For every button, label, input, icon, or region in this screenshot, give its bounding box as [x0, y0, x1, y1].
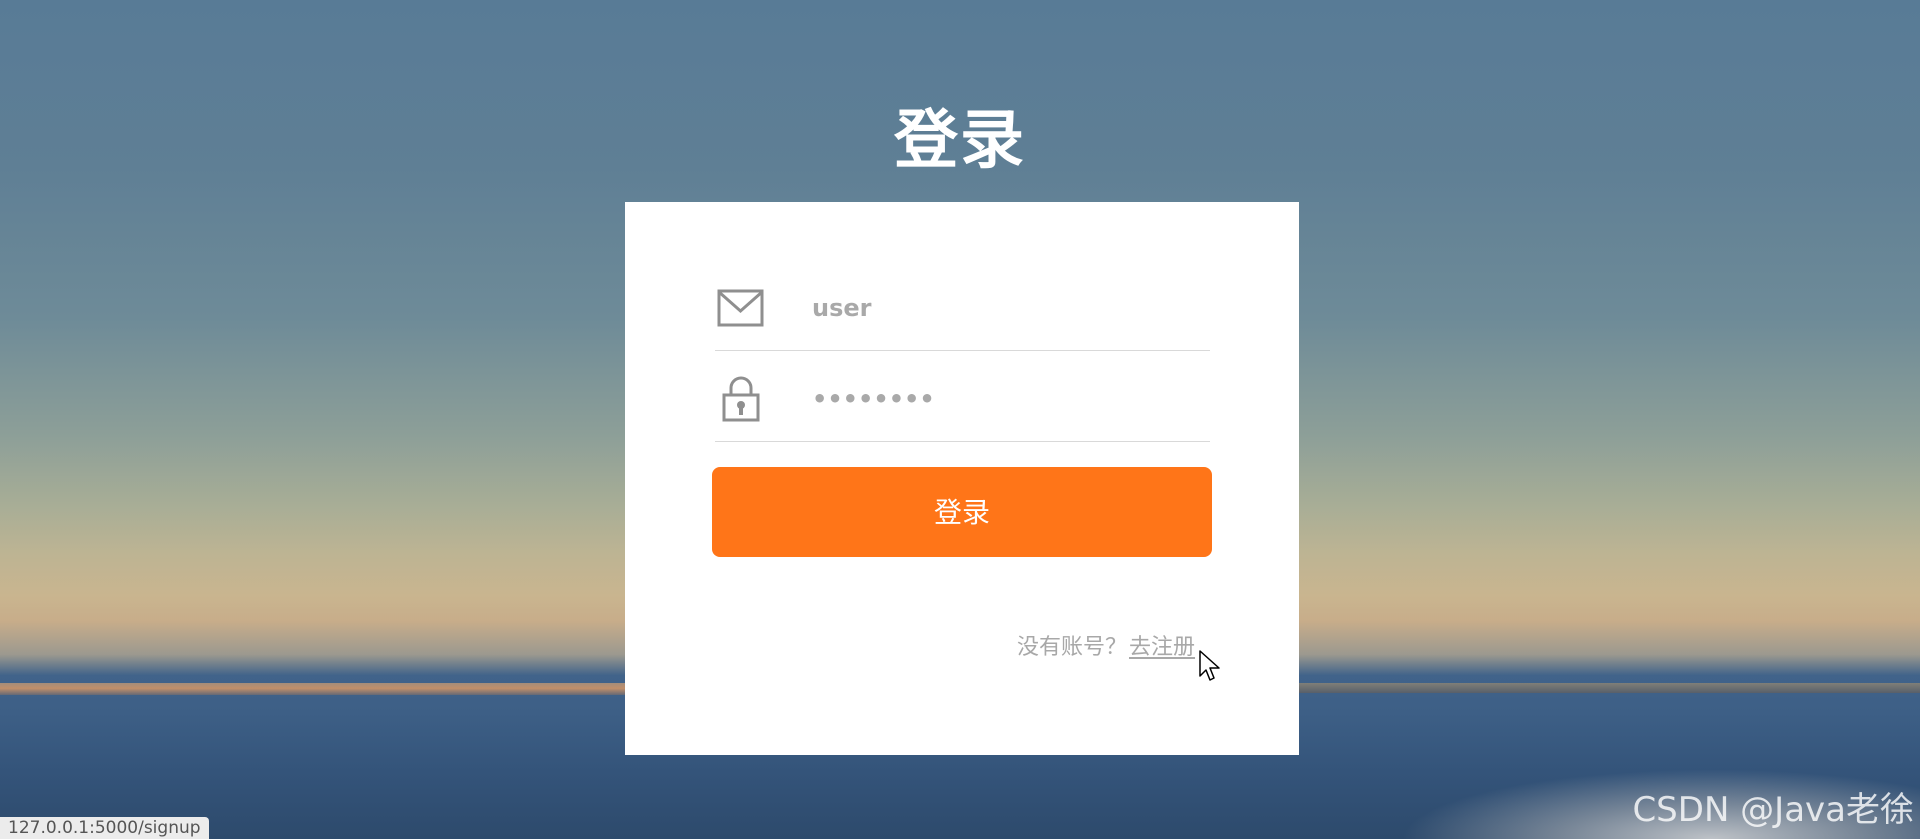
status-url: 127.0.0.1:5000/signup: [0, 817, 209, 839]
password-masked-value: ••••••••: [812, 385, 935, 413]
password-field[interactable]: ••••••••: [715, 351, 1210, 442]
background-horizon-left: [0, 683, 625, 695]
mouse-pointer-icon: [1198, 650, 1222, 682]
signup-prompt-row: 没有账号？去注册: [1017, 632, 1195, 664]
mail-icon: [717, 282, 765, 332]
background-horizon-right: [1298, 683, 1920, 693]
login-page: 登录 user •••••••• 登录 没有账号？去注册 127.0.0.1:5…: [0, 0, 1920, 839]
username-field[interactable]: user: [715, 260, 1210, 351]
login-button[interactable]: 登录: [712, 467, 1212, 557]
watermark: CSDN @Java老徐: [1632, 790, 1914, 830]
username-value: user: [812, 294, 872, 322]
signup-link[interactable]: 去注册: [1129, 635, 1195, 660]
signup-prompt-text: 没有账号？: [1017, 635, 1128, 660]
page-title: 登录: [894, 103, 1026, 178]
lock-icon: [717, 373, 765, 423]
